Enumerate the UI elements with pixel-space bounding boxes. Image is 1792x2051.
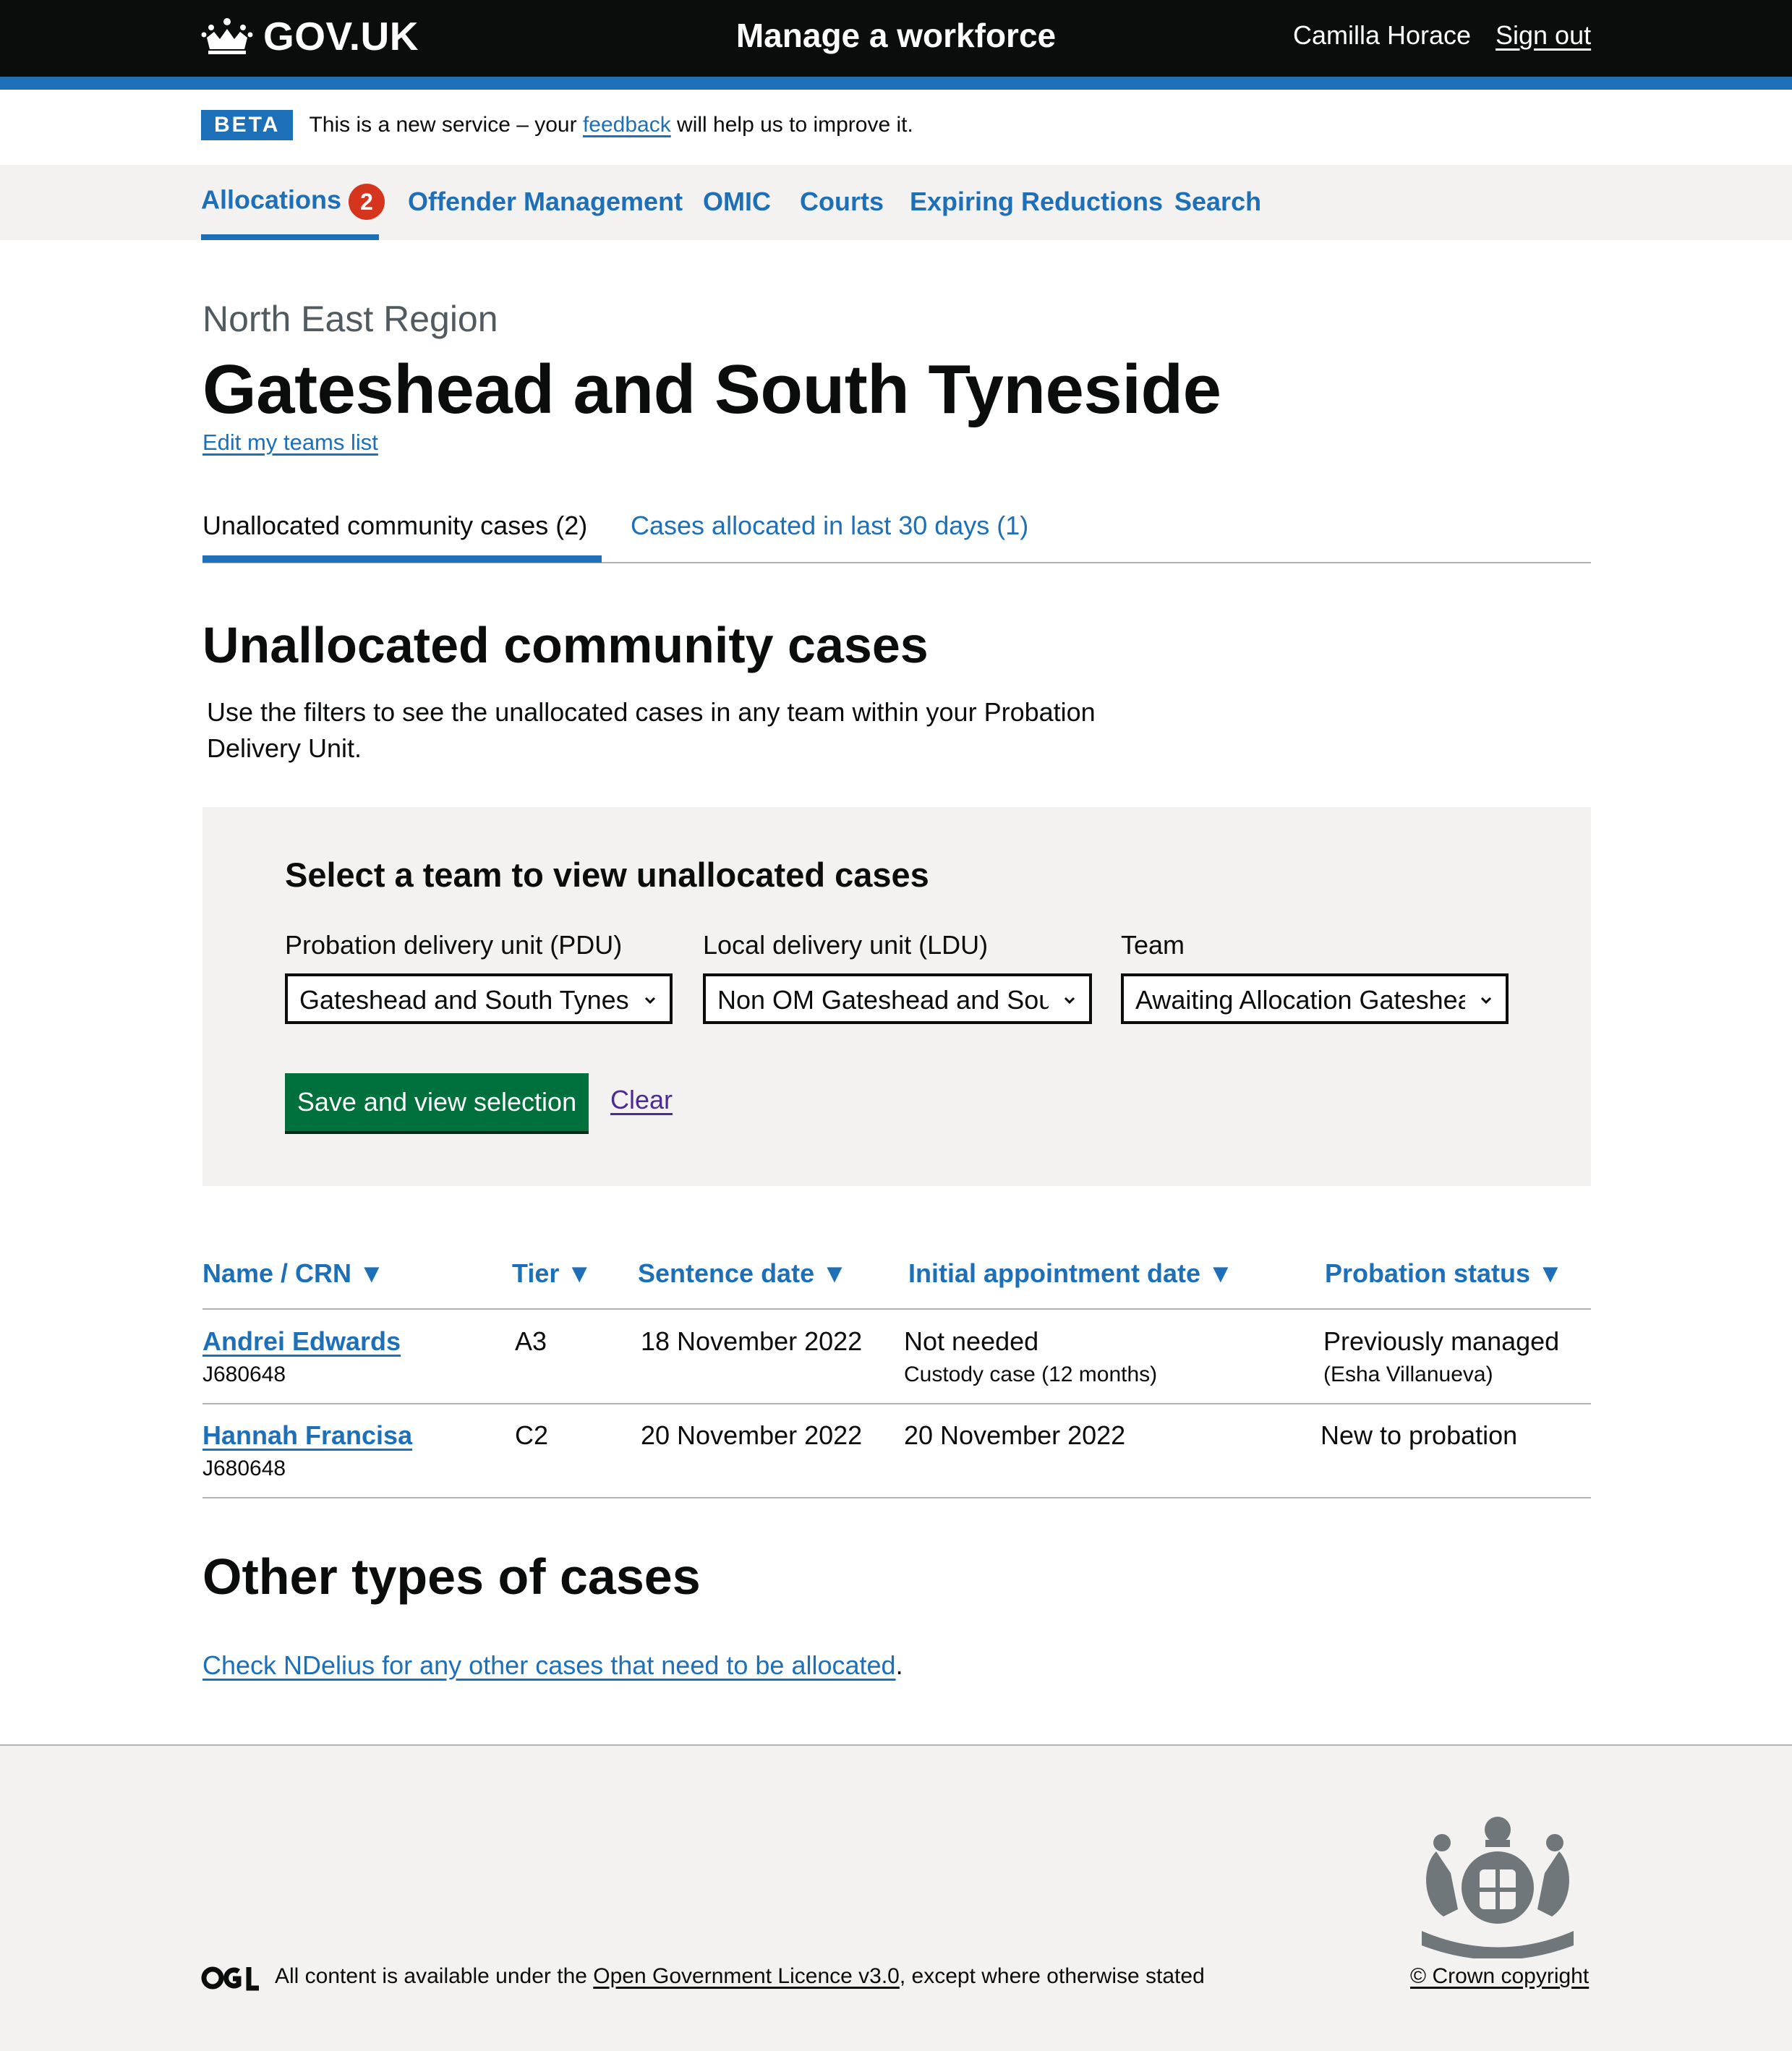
site-header: GOV.UK Manage a workforce Camilla Horace… bbox=[0, 0, 1792, 77]
nav-item-expiring-reductions[interactable]: Expiring Reductions bbox=[910, 187, 1163, 217]
licence-before: All content is available under the bbox=[275, 1964, 594, 1988]
case-probation-status: New to probation bbox=[1320, 1420, 1518, 1450]
crown-copyright-link[interactable]: © Crown copyright bbox=[1410, 1964, 1589, 1988]
case-sentence-date: 18 November 2022 bbox=[641, 1326, 863, 1356]
case-probation-status: Previously managed bbox=[1323, 1326, 1560, 1356]
ndelius-link[interactable]: Check NDelius for any other cases that n… bbox=[202, 1650, 896, 1680]
case-previous-manager: (Esha Villanueva) bbox=[1323, 1363, 1493, 1386]
feedback-link[interactable]: feedback bbox=[583, 113, 671, 137]
case-crn: J680648 bbox=[202, 1457, 286, 1480]
royal-coat-of-arms bbox=[1422, 1817, 1574, 1958]
crown-copyright: © Crown copyright bbox=[1410, 1964, 1589, 1989]
case-initial-appointment: Not needed bbox=[904, 1326, 1039, 1356]
edit-teams-link[interactable]: Edit my teams list bbox=[202, 430, 378, 456]
case-name-link[interactable]: Hannah Francisa bbox=[202, 1420, 412, 1451]
phase-text-after: will help us to improve it. bbox=[670, 113, 913, 137]
other-cases-period: . bbox=[895, 1650, 903, 1680]
case-tier: A3 bbox=[515, 1326, 547, 1356]
phase-banner-text: This is a new service – your feedback wi… bbox=[309, 113, 913, 137]
clear-filters-link[interactable]: Clear bbox=[610, 1085, 673, 1115]
nav-item-search[interactable]: Search bbox=[1174, 187, 1261, 217]
ogl-logo bbox=[201, 1966, 259, 1991]
nav-item-omic[interactable]: OMIC bbox=[703, 187, 771, 217]
licence-text: All content is available under the Open … bbox=[275, 1964, 1205, 1989]
ogl-licence-link[interactable]: Open Government Licence v3.0 bbox=[593, 1964, 900, 1988]
case-sentence-date: 20 November 2022 bbox=[641, 1420, 863, 1450]
pdu-select-value: Gateshead and South Tyneside bbox=[299, 985, 629, 1015]
licence-after: , except where otherwise stated bbox=[899, 1964, 1205, 1988]
case-tier: C2 bbox=[515, 1420, 549, 1450]
nav-item-offender-management[interactable]: Offender Management bbox=[408, 187, 683, 217]
section-intro: Use the filters to see the unallocated c… bbox=[207, 697, 1096, 763]
nav-item-courts[interactable]: Courts bbox=[800, 187, 884, 217]
column-header-sentence-date[interactable]: Sentence date ▼ bbox=[638, 1258, 848, 1289]
filter-heading: Select a team to view unallocated cases bbox=[285, 856, 929, 894]
table-row-divider bbox=[202, 1497, 1591, 1498]
column-header-name-crn[interactable]: Name / CRN ▼ bbox=[202, 1258, 385, 1289]
page-title: Gateshead and South Tyneside bbox=[202, 351, 1221, 428]
nav-item-allocations[interactable]: Allocations 2 bbox=[201, 184, 385, 220]
beta-tag: BETA bbox=[201, 110, 294, 140]
table-row-divider bbox=[202, 1403, 1591, 1404]
chevron-down-icon bbox=[1480, 997, 1492, 1005]
column-header-tier[interactable]: Tier ▼ bbox=[512, 1258, 592, 1289]
nav-active-indicator bbox=[201, 234, 379, 240]
phase-text-before: This is a new service – your bbox=[309, 113, 583, 137]
allocations-count-badge: 2 bbox=[349, 184, 385, 220]
region-caption: North East Region bbox=[202, 299, 498, 339]
ldu-select-value: Non OM Gateshead and South Tyneside bbox=[717, 985, 1049, 1015]
section-heading: Unallocated community cases bbox=[202, 617, 929, 673]
nav-item-label: Allocations bbox=[201, 184, 342, 215]
pdu-select[interactable]: Gateshead and South Tyneside bbox=[285, 973, 673, 1024]
other-cases-heading: Other types of cases bbox=[202, 1548, 701, 1605]
user-name: Camilla Horace bbox=[1293, 20, 1472, 50]
column-header-initial-appointment[interactable]: Initial appointment date ▼ bbox=[908, 1258, 1234, 1289]
team-select-value: Awaiting Allocation Gateshead bbox=[1135, 985, 1465, 1015]
header-blue-stripe bbox=[0, 77, 1792, 90]
other-cases-paragraph: Check NDelius for any other cases that n… bbox=[202, 1650, 903, 1681]
ldu-label: Local delivery unit (LDU) bbox=[703, 930, 989, 960]
team-select[interactable]: Awaiting Allocation Gateshead bbox=[1121, 973, 1509, 1024]
tab-unallocated-cases[interactable]: Unallocated community cases (2) bbox=[202, 511, 587, 541]
case-name-link[interactable]: Andrei Edwards bbox=[202, 1326, 401, 1357]
tab-allocated-last-30-days[interactable]: Cases allocated in last 30 days (1) bbox=[631, 511, 1028, 541]
team-label: Team bbox=[1121, 930, 1185, 960]
chevron-down-icon bbox=[1064, 997, 1075, 1005]
ldu-select[interactable]: Non OM Gateshead and South Tyneside bbox=[703, 973, 1092, 1024]
table-header-divider bbox=[202, 1308, 1591, 1310]
case-initial-appointment: 20 November 2022 bbox=[904, 1420, 1126, 1450]
column-header-probation-status[interactable]: Probation status ▼ bbox=[1325, 1258, 1563, 1289]
phase-banner: BETA This is a new service – your feedba… bbox=[201, 108, 913, 142]
pdu-label: Probation delivery unit (PDU) bbox=[285, 930, 623, 960]
sign-out-link[interactable]: Sign out bbox=[1496, 20, 1591, 51]
tab-active-indicator bbox=[202, 555, 602, 563]
case-initial-appointment-note: Custody case (12 months) bbox=[904, 1363, 1158, 1386]
save-and-view-button[interactable]: Save and view selection bbox=[285, 1073, 589, 1131]
chevron-down-icon bbox=[644, 997, 656, 1005]
case-crn: J680648 bbox=[202, 1363, 286, 1386]
primary-navigation: Allocations 2 Offender Management OMIC Co… bbox=[0, 165, 1792, 240]
